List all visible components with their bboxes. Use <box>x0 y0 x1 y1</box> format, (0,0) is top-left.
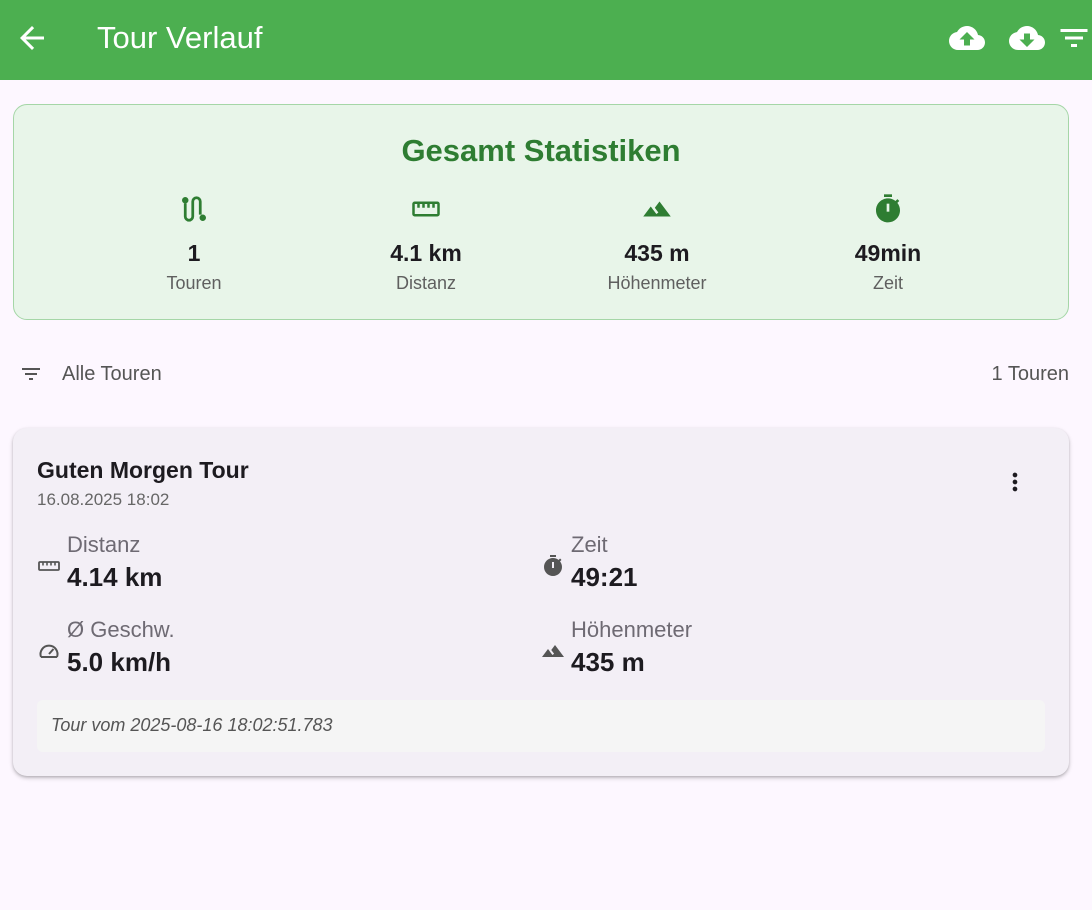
stat-value: 1 <box>187 240 201 266</box>
arrow-left-icon <box>20 26 44 50</box>
metric-label: Distanz <box>67 532 141 557</box>
metric-value: 5.0 km/h <box>67 647 172 677</box>
mountain-icon <box>542 645 564 657</box>
upload-button[interactable] <box>947 20 987 56</box>
metric-value: 4.14 km <box>67 562 163 592</box>
mountain-icon <box>643 201 671 217</box>
cloud-upload-icon <box>949 26 985 50</box>
stat-time: 49min Zeit <box>788 191 988 294</box>
stats-title: Gesamt Statistiken <box>401 133 681 168</box>
ruler-icon <box>412 201 440 217</box>
filter-label[interactable]: Alle Touren <box>62 363 162 386</box>
tour-count: 1 Touren <box>991 363 1069 385</box>
filter-row[interactable]: Alle Touren 1 Touren <box>0 356 1092 392</box>
speedometer-icon <box>39 644 59 658</box>
stat-label: Zeit <box>872 273 903 293</box>
tour-title: Guten Morgen Tour <box>37 457 249 483</box>
stat-label: Höhenmeter <box>607 273 707 293</box>
stat-elevation: 435 m Höhenmeter <box>557 191 757 294</box>
filter-icon <box>22 368 40 380</box>
tour-note: Tour vom 2025-08-16 18:02:51.783 <box>37 700 1045 752</box>
back-button[interactable] <box>14 20 50 56</box>
stopwatch-icon <box>544 555 562 576</box>
more-vert-icon <box>1012 472 1018 492</box>
metric-label: Zeit <box>571 532 608 557</box>
stat-value: 4.1 km <box>390 240 462 266</box>
app-bar: Tour Verlauf <box>0 0 1092 80</box>
more-options-button[interactable] <box>1001 464 1029 500</box>
ruler-icon <box>38 561 60 571</box>
route-icon <box>182 196 206 222</box>
stopwatch-icon <box>876 194 900 223</box>
total-stats-card: Gesamt Statistiken 1 Touren 4.1 km Dista… <box>13 104 1069 320</box>
tour-note-text: Tour vom 2025-08-16 18:02:51.783 <box>51 715 333 735</box>
metric-value: 49:21 <box>571 562 638 592</box>
tour-date: 16.08.2025 18:02 <box>37 490 170 509</box>
stat-label: Distanz <box>395 273 457 293</box>
stat-value: 49min <box>854 240 922 266</box>
stat-value: 435 m <box>624 240 690 266</box>
download-button[interactable] <box>1007 20 1047 56</box>
filter-button[interactable] <box>1056 20 1092 56</box>
metric-label: Höhenmeter <box>571 617 693 642</box>
stat-tours: 1 Touren <box>94 191 294 294</box>
filter-icon <box>1060 29 1088 47</box>
metric-value: 435 m <box>571 647 645 677</box>
stat-distance: 4.1 km Distanz <box>326 191 526 294</box>
tour-card[interactable]: Guten Morgen Tour 16.08.2025 18:02 Dista… <box>13 428 1069 776</box>
page-title: Tour Verlauf <box>97 20 263 55</box>
cloud-download-icon <box>1009 26 1045 50</box>
metric-label: Ø Geschw. <box>67 617 175 642</box>
stat-label: Touren <box>166 273 222 293</box>
